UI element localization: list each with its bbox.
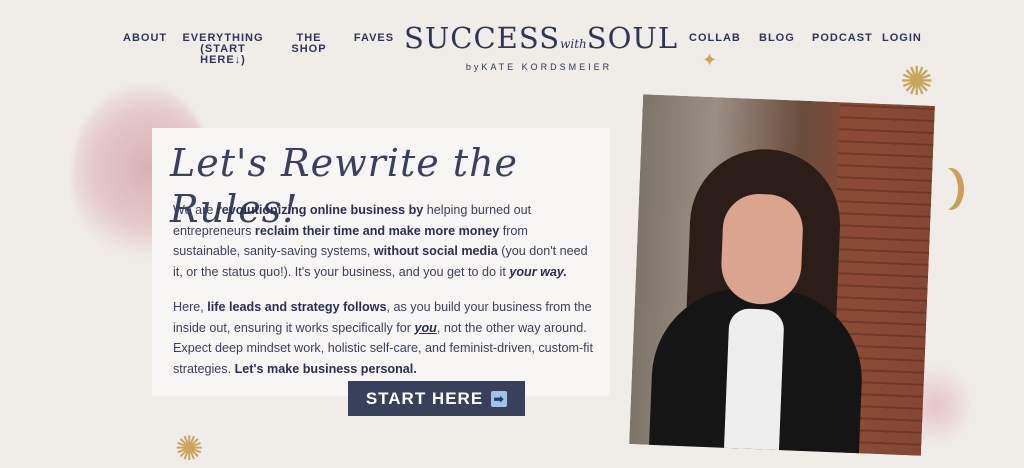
starburst-icon: ✺ bbox=[900, 60, 934, 104]
arrow-right-icon: ➡ bbox=[491, 390, 508, 407]
nav-everything[interactable]: EVERYTHING (START HERE↓) bbox=[178, 33, 268, 66]
logo-word-success: SUCCESS bbox=[404, 21, 561, 55]
site-logo[interactable]: SUCCESSwithSOUL byKATE KORDSMEIER bbox=[404, 21, 677, 72]
crescent-moon-icon bbox=[932, 168, 958, 210]
logo-word-soul: SOUL bbox=[586, 21, 679, 55]
nav-faves[interactable]: FAVES bbox=[353, 33, 395, 44]
start-here-button[interactable]: START HERE ➡ bbox=[348, 381, 525, 416]
nav-login[interactable]: LOGIN bbox=[882, 33, 921, 44]
logo-byline: byKATE KORDSMEIER bbox=[465, 62, 613, 72]
nav-about[interactable]: ABOUT bbox=[123, 33, 167, 44]
nav-the-shop[interactable]: THE SHOP bbox=[278, 33, 340, 55]
hero-paragraph-2: Here, life leads and strategy follows, a… bbox=[173, 300, 593, 376]
start-here-label: START HERE bbox=[365, 388, 484, 408]
portrait-photo bbox=[629, 94, 935, 456]
logo-wordmark: SUCCESSwithSOUL bbox=[404, 21, 677, 60]
starburst-bottom-icon: ✺ bbox=[175, 430, 204, 468]
nav-collab[interactable]: COLLAB bbox=[689, 33, 740, 44]
logo-word-with: with bbox=[560, 37, 587, 51]
nav-everything-line2: (START HERE↓) bbox=[200, 43, 246, 66]
hero-paragraph-1: We are revolutionizing online business b… bbox=[173, 203, 588, 279]
sparkle-star-icon: ✦ bbox=[702, 50, 718, 70]
nav-podcast[interactable]: PODCAST bbox=[812, 33, 872, 44]
nav-blog[interactable]: BLOG bbox=[759, 33, 794, 44]
